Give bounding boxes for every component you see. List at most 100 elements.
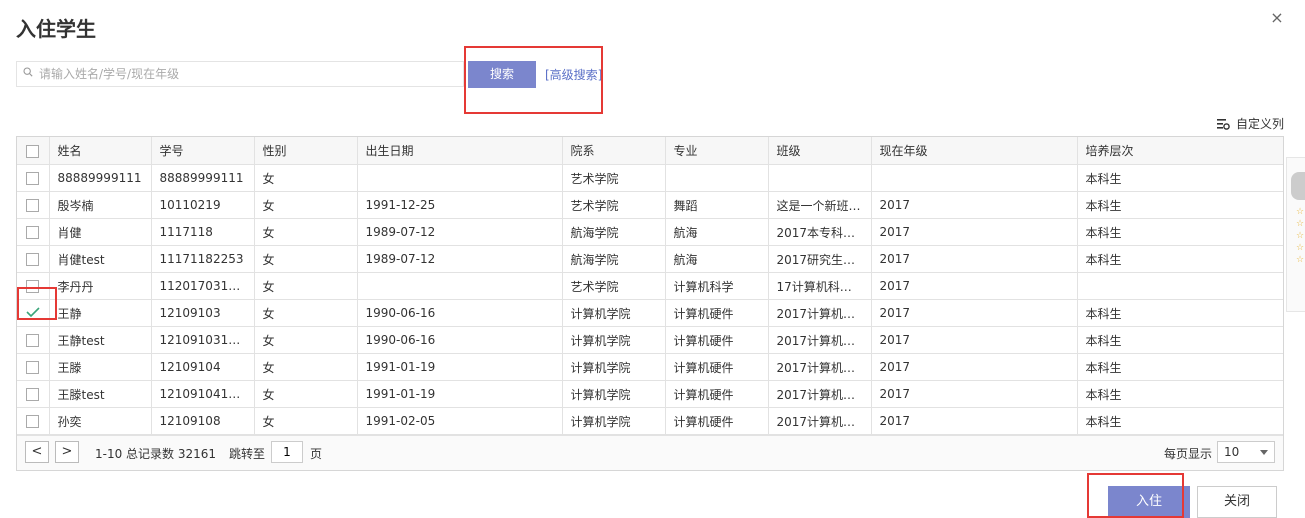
column-header[interactable]: 学号 [150, 137, 255, 165]
table-cell: 计算机学院 [561, 407, 666, 435]
row-checkbox[interactable] [26, 199, 40, 212]
table-cell: 1989-07-12 [356, 218, 563, 246]
search-button[interactable]: 搜索 [468, 61, 536, 88]
row-checkbox[interactable] [26, 172, 40, 185]
prev-page-button[interactable]: < [25, 441, 49, 463]
row-checkbox[interactable] [26, 280, 40, 293]
search-input[interactable] [39, 65, 449, 83]
table-cell: 艺术学院 [561, 191, 666, 219]
table-row[interactable]: 肖健 1117118 女 1989-07-12 航海学院 航海 2017本专科生... 201… [17, 218, 1283, 246]
table-cell: 1991-02-05 [356, 407, 563, 435]
column-header[interactable]: 院系 [561, 137, 666, 165]
table-row[interactable]: 殷岑楠 10110219 女 1991-12-25 艺术学院 舞蹈 这是一个新班级... 20… [17, 191, 1283, 219]
table-row[interactable]: 王滕test 121091041607 女 1991-01-19 计算机学院 计算机硬件 2… [17, 380, 1283, 408]
column-header[interactable]: 出生日期 [356, 137, 563, 165]
table-cell: 1991-01-19 [356, 353, 563, 381]
table-cell: 2017本专科生... [767, 218, 872, 246]
next-page-button[interactable]: > [55, 441, 79, 463]
table-cell: 本科生 [1076, 407, 1283, 435]
table-row[interactable]: 王静test 121091031612 女 1990-06-16 计算机学院 计算机硬件 2… [17, 326, 1283, 354]
row-select-cell [17, 218, 50, 246]
row-select-cell [17, 353, 50, 381]
student-table: 姓名 学号 性别 出生日期 院系 专业 班级 现在年级 培养层次 8888999… [16, 136, 1284, 471]
side-rating-widget[interactable]: ☆☆☆☆☆ [1286, 157, 1305, 312]
column-header[interactable]: 现在年级 [870, 137, 1078, 165]
table-cell: 艺术学院 [561, 164, 666, 192]
row-checkbox[interactable] [26, 415, 40, 428]
table-header-row: 姓名 学号 性别 出生日期 院系 专业 班级 现在年级 培养层次 [17, 137, 1283, 165]
jump-label: 跳转至 [229, 447, 266, 461]
confirm-checkin-button[interactable]: 入住 [1108, 486, 1190, 518]
row-checkbox[interactable] [26, 253, 40, 266]
table-cell: 女 [253, 353, 358, 381]
table-cell: 12109108 [150, 407, 255, 435]
table-cell [870, 164, 1078, 192]
table-cell: 计算机学院 [561, 380, 666, 408]
table-row[interactable]: 88889999111 88889999111 女艺术学院 本科生 [17, 164, 1283, 192]
table-row[interactable]: 王滕 12109104 女 1991-01-19 计算机学院 计算机硬件 2017计算机学.… [17, 353, 1283, 381]
table-cell [664, 164, 769, 192]
table-cell: 1120170311... [150, 272, 255, 300]
custom-columns-button[interactable]: 自定义列 [1216, 115, 1284, 132]
table-cell [767, 164, 872, 192]
column-header[interactable]: 班级 [767, 137, 872, 165]
row-select-cell [17, 191, 50, 219]
table-cell: 航海 [664, 245, 769, 273]
table-cell: 李丹丹 [48, 272, 152, 300]
table-cell [356, 272, 563, 300]
page-number-input[interactable] [271, 441, 303, 463]
row-checkbox[interactable] [26, 226, 40, 239]
table-cell: 12109104 [150, 353, 255, 381]
row-select-cell [17, 245, 50, 273]
table-row[interactable]: 王静 12109103 女 1990-06-16 计算机学院 计算机硬件 2017计算机学.… [17, 299, 1283, 327]
table-row[interactable]: 孙奕 12109108 女 1991-02-05 计算机学院 计算机硬件 2017计算机学.… [17, 407, 1283, 435]
page-size-select[interactable]: 10 [1217, 441, 1275, 463]
table-cell: 计算机科学 [664, 272, 769, 300]
table-cell: 王滕test [48, 380, 152, 408]
table-row[interactable]: 李丹丹 1120170311... 女 艺术学院 计算机科学 17计算机科学... 2017 [17, 272, 1283, 300]
advanced-search-link[interactable]: [高级搜索] [545, 66, 602, 83]
table-cell: 舞蹈 [664, 191, 769, 219]
page-size-value: 10 [1224, 445, 1240, 459]
table-cell: 2017 [870, 272, 1078, 300]
checkmark-icon[interactable] [25, 305, 41, 319]
close-button[interactable]: 关闭 [1197, 486, 1277, 518]
table-cell: 王静 [48, 299, 152, 327]
table-cell: 1989-07-12 [356, 245, 563, 273]
table-cell: 2017计算机学... [767, 407, 872, 435]
table-cell: 航海 [664, 218, 769, 246]
widget-handle-icon [1291, 172, 1305, 200]
dialog-title: 入住学生 [16, 17, 96, 41]
table-cell: 2017 [870, 218, 1078, 246]
close-icon[interactable]: × [1267, 8, 1287, 28]
table-cell: 航海学院 [561, 218, 666, 246]
row-checkbox[interactable] [26, 388, 40, 401]
table-cell: 计算机学院 [561, 326, 666, 354]
table-cell: 王滕 [48, 353, 152, 381]
column-header[interactable]: 培养层次 [1076, 137, 1283, 165]
row-select-cell [17, 326, 50, 354]
row-checkbox[interactable] [26, 334, 40, 347]
row-select-cell [17, 299, 50, 327]
table-cell: 女 [253, 299, 358, 327]
table-cell: 2017 [870, 407, 1078, 435]
select-all-cell [17, 137, 50, 165]
table-cell: 1990-06-16 [356, 299, 563, 327]
table-cell: 孙奕 [48, 407, 152, 435]
table-row[interactable]: 肖健test 11171182253 女 1989-07-12 航海学院 航海 2017研究… [17, 245, 1283, 273]
table-cell: 2017研究生航海... [767, 245, 872, 273]
column-header[interactable]: 专业 [664, 137, 769, 165]
column-header[interactable]: 姓名 [48, 137, 152, 165]
table-cell: 12109103 [150, 299, 255, 327]
table-cell: 2017 [870, 245, 1078, 273]
column-header[interactable]: 性别 [253, 137, 358, 165]
table-cell: 计算机硬件 [664, 380, 769, 408]
table-cell: 女 [253, 245, 358, 273]
row-checkbox[interactable] [26, 361, 40, 374]
table-cell: 王静test [48, 326, 152, 354]
table-cell: 121091031612 [150, 326, 255, 354]
table-cell: 计算机硬件 [664, 326, 769, 354]
chevron-down-icon [1260, 450, 1268, 455]
table-cell: 1991-01-19 [356, 380, 563, 408]
select-all-checkbox[interactable] [26, 144, 40, 158]
